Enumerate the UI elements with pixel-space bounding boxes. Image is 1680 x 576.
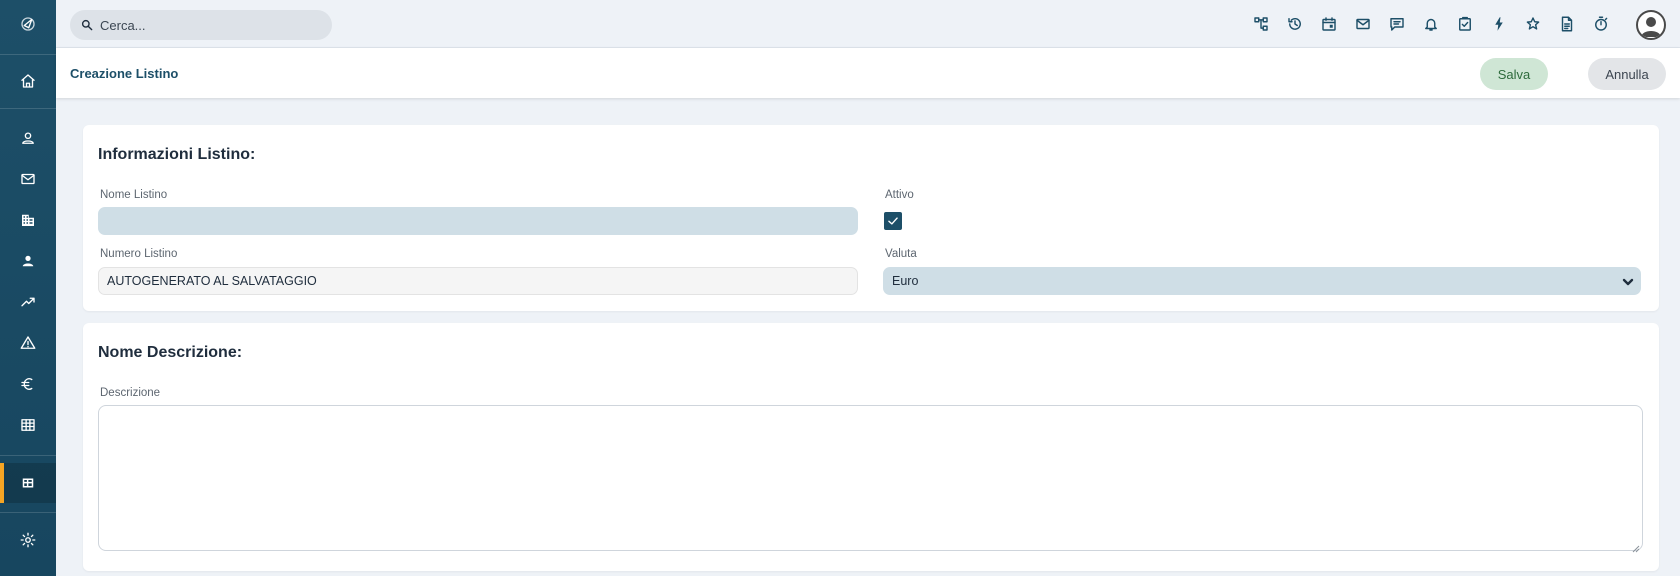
active-label: Attivo — [885, 189, 914, 201]
gear-icon — [20, 532, 36, 548]
hierarchy-icon — [1254, 17, 1268, 31]
section-title: Informazioni Listino: — [98, 146, 256, 163]
table-icon — [21, 419, 35, 431]
sidebar-item-stats[interactable] — [0, 282, 56, 322]
app-logo[interactable] — [0, 0, 56, 48]
resize-handle-icon[interactable] — [1632, 540, 1640, 553]
bell-icon — [1425, 18, 1437, 31]
active-checkbox[interactable] — [884, 212, 902, 230]
history-button[interactable] — [1278, 12, 1312, 36]
task-check-icon — [1459, 16, 1471, 31]
sidebar-item-tables[interactable] — [0, 405, 56, 445]
number-label: Numero Listino — [100, 248, 178, 260]
search-icon — [81, 19, 93, 31]
history-icon — [1288, 17, 1301, 30]
info-card: Informazioni Listino: Nome Listino Attiv… — [83, 125, 1659, 311]
save-button[interactable]: Salva — [1480, 58, 1548, 90]
trending-up-icon — [21, 297, 35, 307]
avatar[interactable] — [1636, 10, 1666, 40]
bolt-icon — [1495, 17, 1503, 31]
warning-icon — [20, 336, 36, 349]
currency-select[interactable]: Euro — [883, 267, 1641, 295]
chat-button[interactable] — [1380, 12, 1414, 36]
sidebar-item-home[interactable] — [0, 61, 56, 101]
toolbar-icons — [1244, 12, 1618, 36]
sidebar-item-users[interactable] — [0, 241, 56, 281]
top-bar — [56, 0, 1680, 48]
search-box[interactable] — [70, 10, 332, 40]
sidebar-item-settings[interactable] — [0, 520, 56, 560]
sidebar-item-price-lists[interactable] — [0, 463, 56, 503]
star-icon — [1526, 17, 1540, 30]
sidebar-divider — [0, 455, 56, 456]
user-avatar-icon — [1641, 17, 1661, 37]
sidebar-divider — [0, 512, 56, 513]
mail-icon — [21, 173, 35, 185]
sidebar-item-alerts[interactable] — [0, 323, 56, 363]
name-label: Nome Listino — [100, 189, 168, 201]
building-icon — [22, 214, 34, 226]
euro-icon — [21, 378, 33, 390]
timer-button[interactable] — [1584, 12, 1618, 36]
currency-selected-value: Euro — [892, 274, 919, 288]
number-field[interactable] — [98, 267, 858, 295]
quick-actions-button[interactable] — [1482, 12, 1516, 36]
sidebar-item-companies[interactable] — [0, 200, 56, 240]
sidebar-item-finance[interactable] — [0, 364, 56, 404]
tasks-button[interactable] — [1448, 12, 1482, 36]
section-title: Nome Descrizione: — [98, 344, 243, 361]
search-input[interactable] — [100, 17, 320, 33]
sidebar — [0, 0, 56, 576]
document-icon — [1561, 16, 1573, 32]
hierarchy-button[interactable] — [1244, 12, 1278, 36]
cancel-button[interactable]: Annulla — [1588, 58, 1666, 90]
sidebar-item-mail[interactable] — [0, 159, 56, 199]
documents-button[interactable] — [1550, 12, 1584, 36]
page-title: Creazione Listino — [70, 66, 179, 81]
notifications-button[interactable] — [1414, 12, 1448, 36]
name-field[interactable] — [98, 207, 858, 235]
description-textarea[interactable] — [98, 405, 1643, 553]
logo-icon — [21, 17, 35, 31]
page-header: Creazione Listino Salva Annulla — [56, 48, 1680, 98]
chevron-down-icon — [1622, 276, 1634, 288]
description-label: Descrizione — [100, 387, 161, 399]
sidebar-item-contacts[interactable] — [0, 118, 56, 158]
mail-icon — [1356, 18, 1370, 30]
description-card: Nome Descrizione: Descrizione — [83, 323, 1659, 571]
home-icon — [21, 74, 35, 88]
person-outline-icon — [22, 132, 34, 144]
calendar-icon — [1322, 17, 1336, 31]
timer-icon — [1595, 16, 1608, 31]
check-icon — [888, 217, 898, 225]
favorites-button[interactable] — [1516, 12, 1550, 36]
currency-label: Valuta — [885, 248, 917, 260]
calendar-button[interactable] — [1312, 12, 1346, 36]
sidebar-divider — [0, 108, 56, 109]
grid-icon — [22, 478, 34, 488]
mail-button[interactable] — [1346, 12, 1380, 36]
sidebar-divider — [0, 54, 56, 55]
chat-icon — [1390, 18, 1404, 31]
person-icon — [22, 255, 34, 267]
